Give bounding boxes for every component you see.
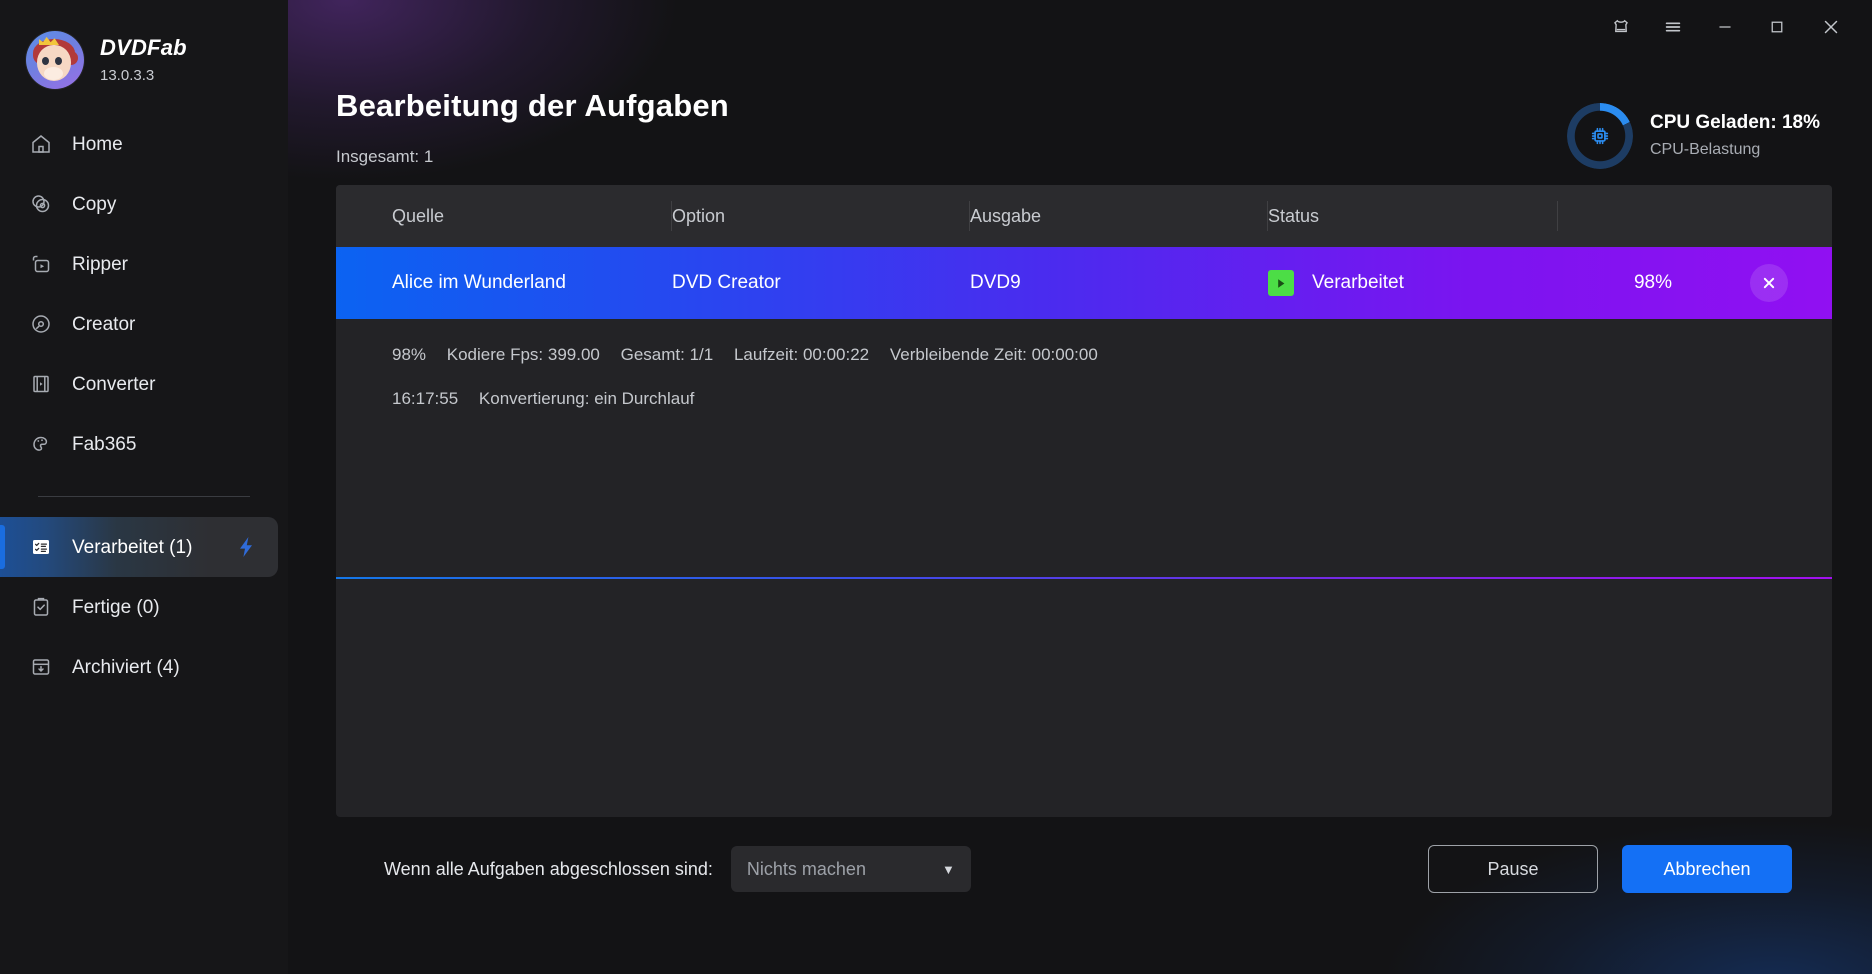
status-text: Verarbeitet <box>1312 272 1404 293</box>
sidebar-item-label: Verarbeitet (1) <box>72 536 193 558</box>
column-header-ausgabe: Ausgabe <box>970 185 1268 247</box>
monkey-avatar-icon <box>26 31 84 89</box>
sidebar-item-ripper[interactable]: Ripper <box>0 234 288 294</box>
converter-film-icon <box>28 371 54 397</box>
sidebar-divider <box>38 496 250 497</box>
cancel-button[interactable]: Abbrechen <box>1622 845 1792 893</box>
cell-progress: 98% <box>1633 272 1673 293</box>
copy-disc-icon <box>28 191 54 217</box>
brand: DVDFab 13.0.3.3 <box>0 0 288 96</box>
detail-conversion: Konvertierung: ein Durchlauf <box>478 389 695 408</box>
lightning-bolt-icon <box>236 536 256 558</box>
processing-list-icon <box>28 534 54 560</box>
post-task-label: Wenn alle Aufgaben abgeschlossen sind: <box>384 858 713 879</box>
cell-status: Verarbeitet <box>1268 247 1558 319</box>
menu-hamburger-icon[interactable] <box>1650 7 1696 47</box>
sidebar-item-label: Converter <box>72 373 156 395</box>
chevron-down-icon: ▼ <box>942 861 955 877</box>
table-header: Quelle Option Ausgabe Status <box>336 185 1832 247</box>
sidebar-item-label: Ripper <box>72 253 128 275</box>
post-task-select[interactable]: Nichts machen ▼ <box>730 846 971 892</box>
window-titlebar <box>288 0 1872 54</box>
column-header-quelle: Quelle <box>392 185 672 247</box>
sidebar: DVDFab 13.0.3.3 Home Copy Ripper Creator… <box>0 0 288 974</box>
close-icon[interactable] <box>1808 7 1854 47</box>
table-row[interactable]: Alice im Wunderland DVD Creator DVD9 Ver… <box>336 247 1832 319</box>
detail-total: Gesamt: 1/1 <box>620 345 714 364</box>
archive-box-icon <box>28 654 54 680</box>
footer-actions: Pause Abbrechen <box>1428 845 1792 893</box>
cell-source: Alice im Wunderland <box>392 272 566 293</box>
column-header-actions <box>1558 185 1818 247</box>
sidebar-item-label: Copy <box>72 193 117 215</box>
task-detail-lines: 98% Kodiere Fps: 399.00 Gesamt: 1/1 Lauf… <box>336 319 1832 409</box>
sidebar-item-label: Fertige (0) <box>72 596 160 618</box>
dvdfab-window: DVDFab 13.0.3.3 Home Copy Ripper Creator… <box>0 0 1872 974</box>
column-header-option: Option <box>672 185 970 247</box>
sidebar-item-verarbeitet[interactable]: Verarbeitet (1) <box>0 517 278 577</box>
detail-runtime: Laufzeit: 00:00:22 <box>733 345 870 364</box>
detail-fps: Kodiere Fps: 399.00 <box>446 345 600 364</box>
sidebar-item-home[interactable]: Home <box>0 114 288 174</box>
sidebar-item-fertige[interactable]: Fertige (0) <box>0 577 288 637</box>
detail-line-2: 16:17:55 Konvertierung: ein Durchlauf <box>392 389 1832 409</box>
sidebar-item-converter[interactable]: Converter <box>0 354 288 414</box>
brand-version: 13.0.3.3 <box>100 67 155 84</box>
theme-shirt-icon[interactable] <box>1598 7 1644 47</box>
fab365-icon <box>28 431 54 457</box>
pause-button[interactable]: Pause <box>1428 845 1598 893</box>
total-count: Insgesamt: 1 <box>336 147 434 166</box>
maximize-icon[interactable] <box>1754 7 1800 47</box>
sidebar-item-fab365[interactable]: Fab365 <box>0 414 288 474</box>
ripper-icon <box>28 251 54 277</box>
sidebar-item-creator[interactable]: Creator <box>0 294 288 354</box>
cell-option: DVD Creator <box>672 272 781 293</box>
close-icon[interactable] <box>1750 264 1788 302</box>
clipboard-check-icon <box>28 594 54 620</box>
sidebar-nav: Home Copy Ripper Creator Converter Fab36… <box>0 114 288 697</box>
cpu-sub-label: CPU-Belastung <box>1650 141 1761 159</box>
post-task-select-value: Nichts machen <box>746 858 866 879</box>
sidebar-item-archiviert[interactable]: Archiviert (4) <box>0 637 288 697</box>
detail-time: 16:17:55 <box>392 389 459 408</box>
cpu-indicator: CPU Geladen: 18% CPU-Belastung <box>1567 103 1820 169</box>
cpu-chip-icon <box>1567 103 1633 169</box>
footer-bar: Wenn alle Aufgaben abgeschlossen sind: N… <box>336 845 1832 893</box>
task-panel: Quelle Option Ausgabe Status Alice im Wu… <box>336 185 1832 817</box>
gradient-divider <box>336 577 1832 579</box>
column-header-status: Status <box>1268 185 1558 247</box>
content-area: Bearbeitung der Aufgaben Insgesamt: 1 CP… <box>288 88 1872 893</box>
minimize-icon[interactable] <box>1702 7 1748 47</box>
subheader-row: Insgesamt: 1 CPU Geladen: 18% CPU-Belast… <box>336 103 1832 169</box>
detail-line-1: 98% Kodiere Fps: 399.00 Gesamt: 1/1 Lauf… <box>392 345 1832 365</box>
main-content: Bearbeitung der Aufgaben Insgesamt: 1 CP… <box>288 0 1872 974</box>
cell-output: DVD9 <box>970 272 1021 293</box>
detail-progress: 98% <box>392 345 427 364</box>
play-icon[interactable] <box>1268 270 1294 296</box>
creator-disc-icon <box>28 311 54 337</box>
cpu-load-label: CPU Geladen: 18% <box>1650 112 1820 134</box>
sidebar-item-label: Archiviert (4) <box>72 656 180 678</box>
home-icon <box>28 131 54 157</box>
sidebar-item-label: Creator <box>72 313 136 335</box>
sidebar-item-label: Home <box>72 133 123 155</box>
brand-name: DVDFab <box>100 35 187 60</box>
sidebar-item-label: Fab365 <box>72 433 137 455</box>
sidebar-item-copy[interactable]: Copy <box>0 174 288 234</box>
detail-remaining: Verbleibende Zeit: 00:00:00 <box>889 345 1098 364</box>
